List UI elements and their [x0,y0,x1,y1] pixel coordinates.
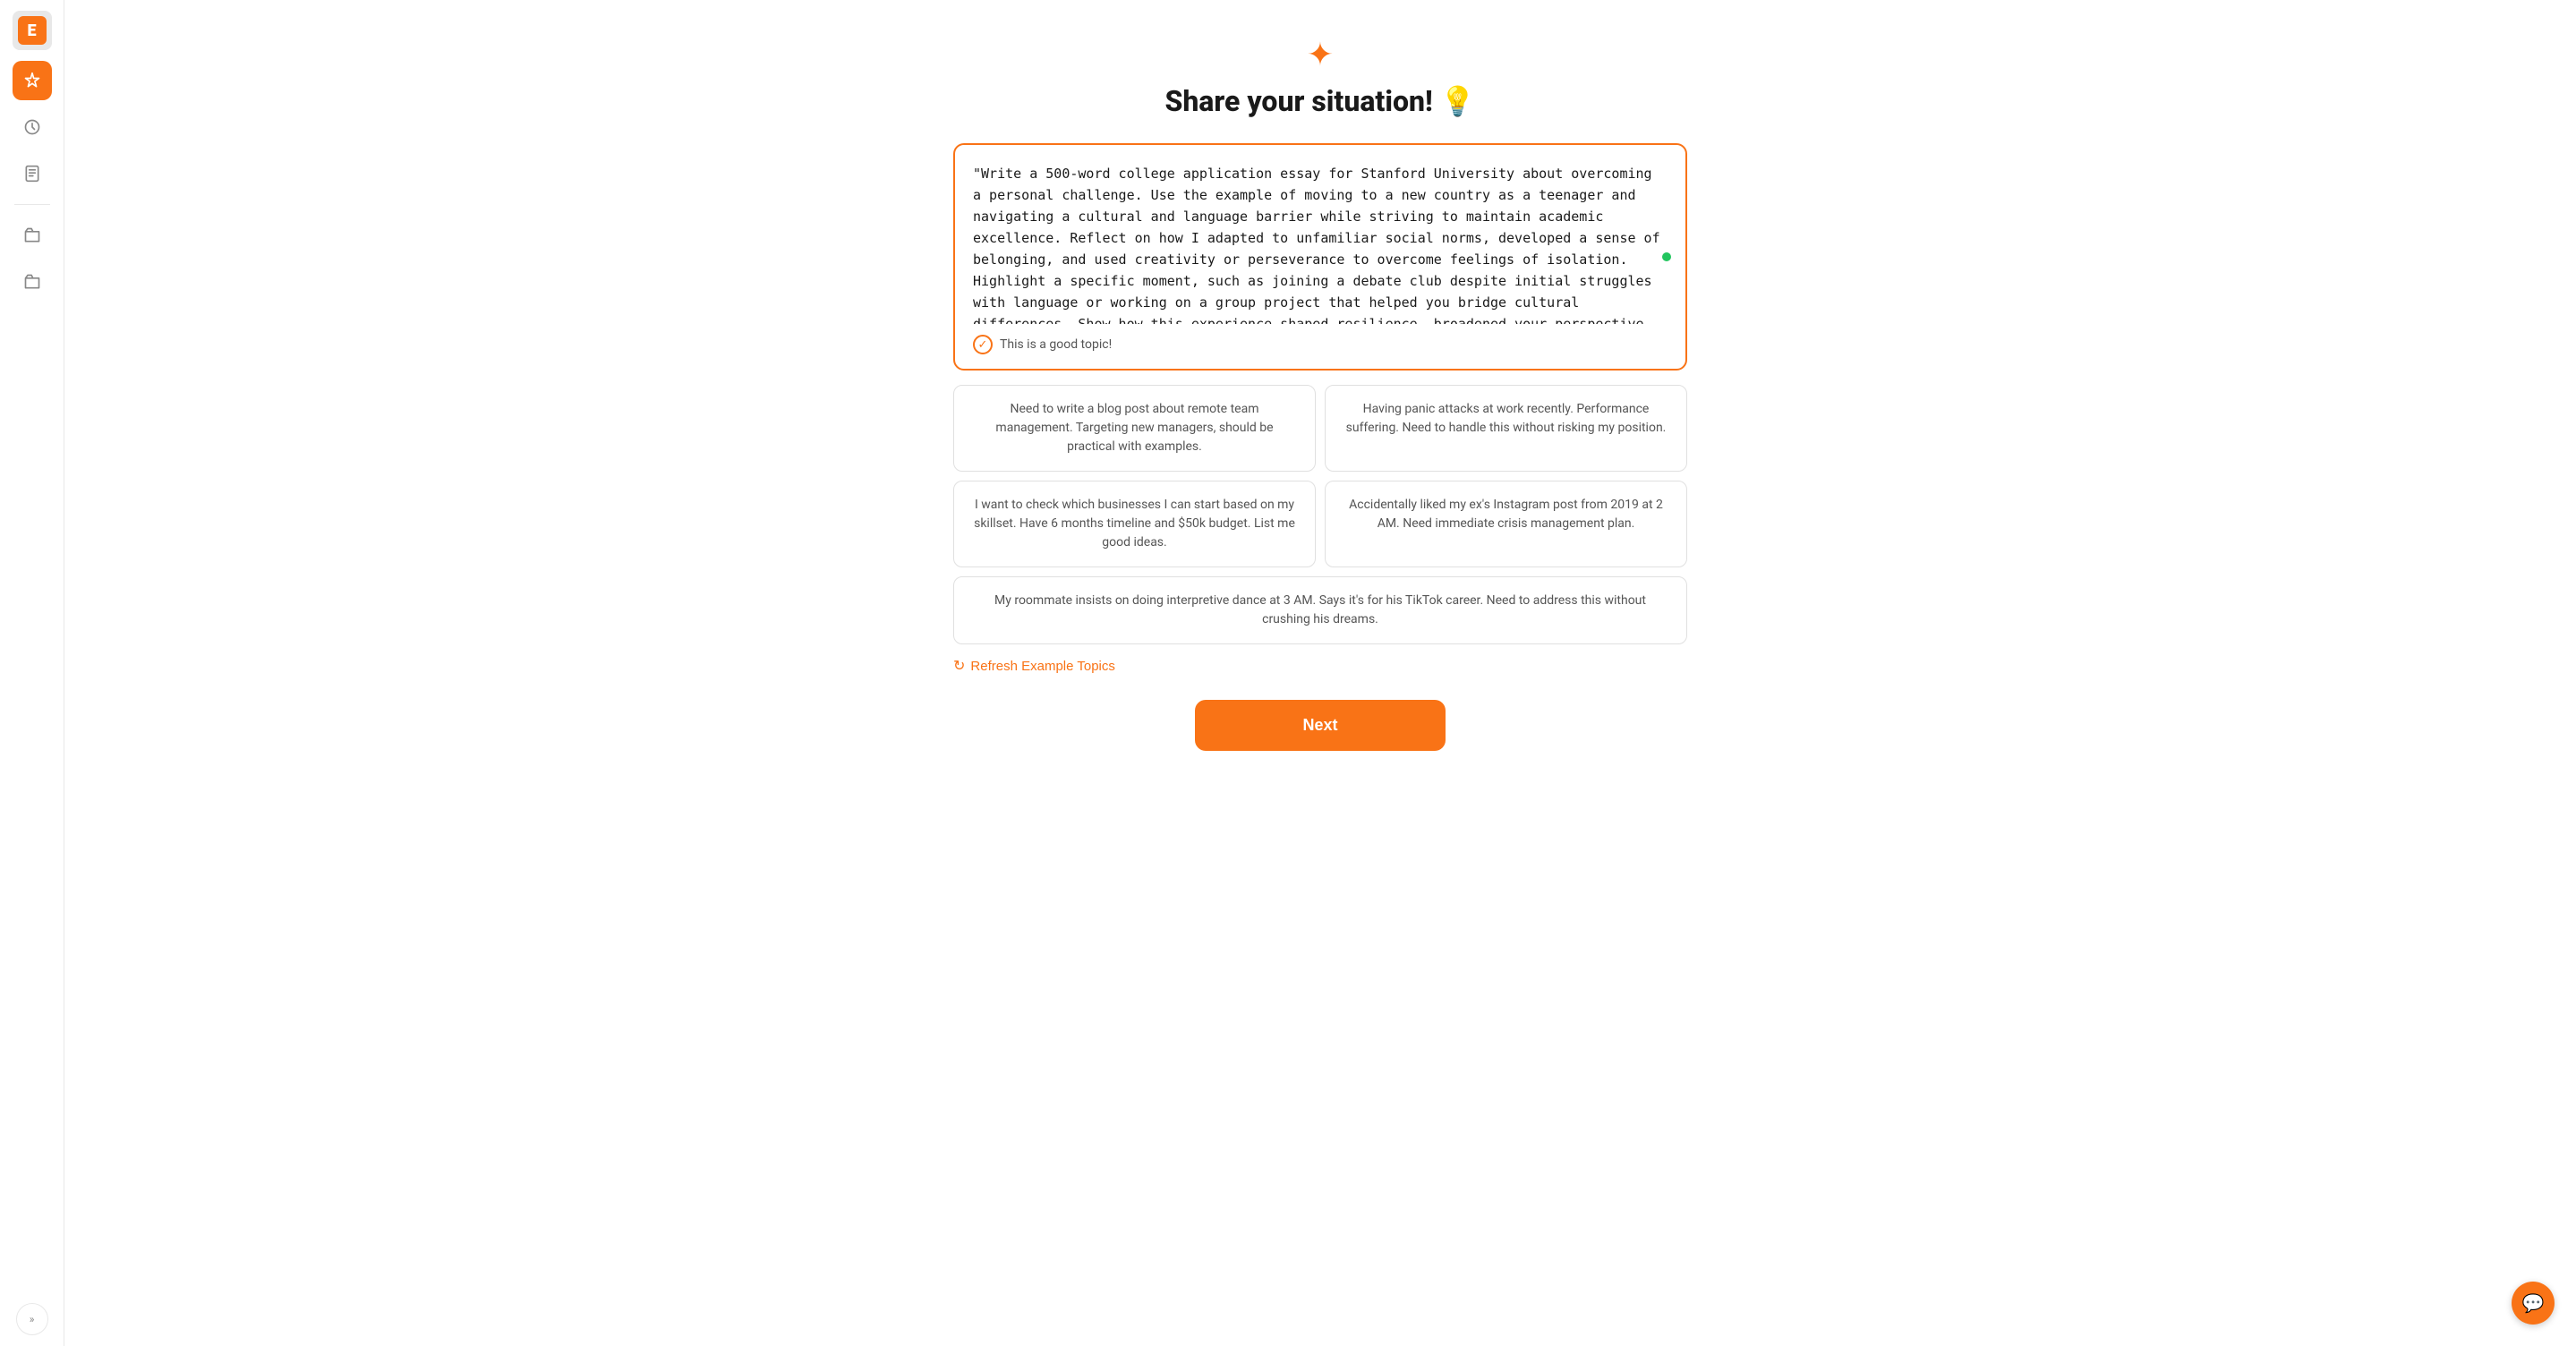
sidebar-item-ai-assistant[interactable] [13,61,52,100]
page-title: Share your situation! 💡 [1164,84,1475,118]
sparkle-icon [23,72,41,89]
good-topic-label: This is a good topic! [1000,337,1112,352]
folder2-icon [23,273,41,291]
sidebar-item-folder1[interactable] [13,216,52,255]
green-status-dot [1662,252,1671,261]
sidebar-item-folder2[interactable] [13,262,52,302]
logo-letter: E [18,16,47,45]
sidebar: E » [0,0,64,1346]
next-button[interactable]: Next [1195,700,1446,751]
divider [14,204,50,205]
main-content: ✦ Share your situation! 💡 ✓ This is a go… [64,0,2576,1346]
example-topic-4[interactable]: Accidentally liked my ex's Instagram pos… [1325,481,1687,567]
sidebar-item-history[interactable] [13,107,52,147]
check-icon: ✓ [973,335,993,354]
sidebar-item-documents[interactable] [13,154,52,193]
example-topic-1[interactable]: Need to write a blog post about remote t… [953,385,1316,472]
example-topic-2[interactable]: Having panic attacks at work recently. P… [1325,385,1687,472]
spark-icon: ✦ [1307,36,1334,73]
document-icon [23,165,41,183]
topic-input-container: ✓ This is a good topic! [953,143,1687,371]
examples-grid: Need to write a blog post about remote t… [953,385,1687,644]
refresh-row: ↻ Refresh Example Topics [953,653,1687,678]
logo[interactable]: E [13,11,52,50]
topic-textarea[interactable] [973,163,1668,324]
example-topic-5[interactable]: My roommate insists on doing interpretiv… [953,576,1687,644]
history-icon [23,118,41,136]
chat-avatar-button[interactable]: 💬 [2512,1282,2555,1325]
refresh-icon: ↻ [953,657,965,675]
example-topic-3[interactable]: I want to check which businesses I can s… [953,481,1316,567]
good-topic-row: ✓ This is a good topic! [973,335,1668,354]
refresh-topics-button[interactable]: ↻ Refresh Example Topics [953,653,1115,678]
folder-icon [23,226,41,244]
expand-button[interactable]: » [16,1303,48,1335]
